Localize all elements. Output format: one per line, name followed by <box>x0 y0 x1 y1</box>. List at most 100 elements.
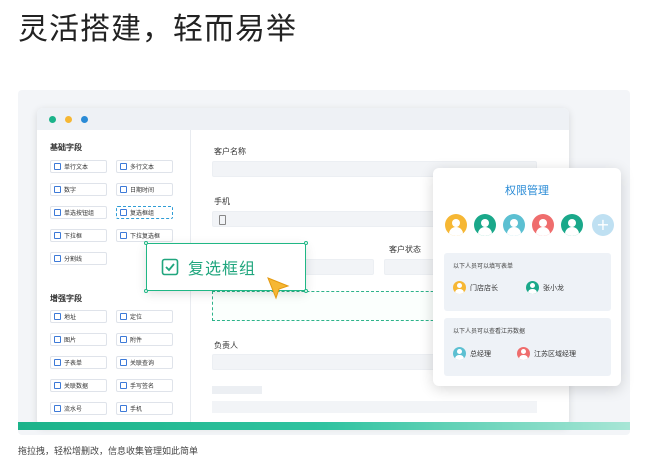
attachment-icon <box>120 336 127 343</box>
checkbox-group-icon <box>161 258 179 276</box>
field-subform[interactable]: 子表单 <box>50 356 107 369</box>
field-image[interactable]: 图片 <box>50 333 107 346</box>
field-number[interactable]: 数字 <box>50 183 107 196</box>
person-name: 门店店长 <box>470 283 498 292</box>
avatar <box>453 281 466 294</box>
field-label: 复选框组 <box>130 210 155 217</box>
divider-icon <box>54 255 61 262</box>
resize-handle-top-right[interactable] <box>304 241 308 245</box>
number-icon <box>54 186 61 193</box>
headline: 灵活搭建，轻而易举 <box>18 12 297 47</box>
field-linked-query[interactable]: 关联查询 <box>116 356 173 369</box>
person-name: 张小龙 <box>543 283 564 292</box>
permission-card: 权限管理 + 以下人员可以填写表单 门店店长 张小龙 以下人员可以查看江苏数据 … <box>433 168 621 386</box>
member-avatar[interactable] <box>532 214 554 236</box>
field-divider[interactable]: 分割线 <box>50 252 107 265</box>
accent-bar <box>18 422 630 430</box>
datetime-icon <box>120 186 127 193</box>
view-permission-title: 以下人员可以查看江苏数据 <box>453 328 526 335</box>
serial-number-icon <box>54 405 61 412</box>
linked-data-icon <box>54 382 61 389</box>
image-icon <box>54 336 61 343</box>
field-label: 手写签名 <box>130 383 155 390</box>
field-serial-number[interactable]: 流水号 <box>50 402 107 415</box>
placeholder-input-bar <box>212 401 537 413</box>
single-line-text-icon <box>54 163 61 170</box>
resize-handle-bottom-right[interactable] <box>304 289 308 293</box>
member-avatar[interactable] <box>503 214 525 236</box>
fill-person-2: 张小龙 <box>526 281 564 294</box>
window-dot-blue-icon[interactable] <box>81 116 88 123</box>
customer-status-label: 客户状态 <box>389 245 421 254</box>
field-label: 子表单 <box>64 360 83 367</box>
window-titlebar <box>37 108 569 130</box>
field-multi-line-text[interactable]: 多行文本 <box>116 160 173 173</box>
phone-label: 手机 <box>214 197 230 206</box>
window-dot-yellow-icon[interactable] <box>65 116 72 123</box>
field-label: 图片 <box>64 337 77 344</box>
field-dropdown[interactable]: 下拉框 <box>50 229 107 242</box>
fill-person-1: 门店店长 <box>453 281 498 294</box>
placeholder-label-bar <box>212 386 262 394</box>
field-label: 数字 <box>64 187 77 194</box>
phone-icon <box>120 405 127 412</box>
field-checkbox[interactable]: 复选框组 <box>116 206 173 219</box>
field-signature[interactable]: 手写签名 <box>116 379 173 392</box>
positioning-icon <box>120 313 127 320</box>
field-datetime[interactable]: 日期时间 <box>116 183 173 196</box>
field-label: 关联查询 <box>130 360 155 367</box>
field-label: 下拉框 <box>64 233 83 240</box>
field-label: 多行文本 <box>130 164 155 171</box>
basic-fields-title: 基础字段 <box>50 143 82 152</box>
member-avatar[interactable] <box>445 214 467 236</box>
signature-icon <box>120 382 127 389</box>
fill-permission-box: 以下人员可以填写表单 门店店长 张小龙 <box>444 253 611 311</box>
view-person-2: 江苏区域经理 <box>517 347 576 360</box>
linked-query-icon <box>120 359 127 366</box>
field-label: 分割线 <box>64 256 83 263</box>
field-dropdown-checkbox[interactable]: 下拉复选框 <box>116 229 173 242</box>
subform-icon <box>54 359 61 366</box>
avatar <box>517 347 530 360</box>
field-location[interactable]: 地址 <box>50 310 107 323</box>
add-member-icon[interactable]: + <box>592 214 614 236</box>
resize-handle-top-left[interactable] <box>144 241 148 245</box>
field-label: 单行文本 <box>64 164 89 171</box>
dragged-field-label: 复选框组 <box>188 259 257 278</box>
field-label: 日期时间 <box>130 187 155 194</box>
enhanced-fields-title: 增强字段 <box>50 294 82 303</box>
customer-name-label: 客户名称 <box>214 147 246 156</box>
field-label: 手机 <box>130 406 143 413</box>
field-positioning[interactable]: 定位 <box>116 310 173 323</box>
field-label: 附件 <box>130 337 143 344</box>
cursor-arrow-icon <box>267 277 290 300</box>
person-name: 江苏区域经理 <box>534 349 576 358</box>
multi-line-text-icon <box>120 163 127 170</box>
field-radio[interactable]: 单选按钮组 <box>50 206 107 219</box>
window-dot-green-icon[interactable] <box>49 116 56 123</box>
owner-label: 负责人 <box>214 341 238 350</box>
field-label: 流水号 <box>64 406 83 413</box>
view-person-1: 总经理 <box>453 347 491 360</box>
field-attachment[interactable]: 附件 <box>116 333 173 346</box>
avatar <box>453 347 466 360</box>
dropdown-checkbox-icon <box>120 232 127 239</box>
member-avatar[interactable] <box>474 214 496 236</box>
checkbox-icon <box>120 209 127 216</box>
person-name: 总经理 <box>470 349 491 358</box>
avatar <box>526 281 539 294</box>
field-label: 下拉复选框 <box>130 233 161 240</box>
field-phone[interactable]: 手机 <box>116 402 173 415</box>
member-avatar[interactable] <box>561 214 583 236</box>
field-linked-data[interactable]: 关联数据 <box>50 379 107 392</box>
dropdown-icon <box>54 232 61 239</box>
resize-handle-bottom-left[interactable] <box>144 289 148 293</box>
permission-title: 权限管理 <box>505 184 549 197</box>
view-permission-box: 以下人员可以查看江苏数据 总经理 江苏区域经理 <box>444 318 611 376</box>
field-label: 关联数据 <box>64 383 89 390</box>
field-single-line-text[interactable]: 单行文本 <box>50 160 107 173</box>
caption: 拖拉拽，轻松增删改，信息收集管理如此简单 <box>18 447 199 457</box>
field-label: 单选按钮组 <box>64 210 95 217</box>
field-label: 地址 <box>64 314 77 321</box>
phone-icon <box>219 215 226 225</box>
